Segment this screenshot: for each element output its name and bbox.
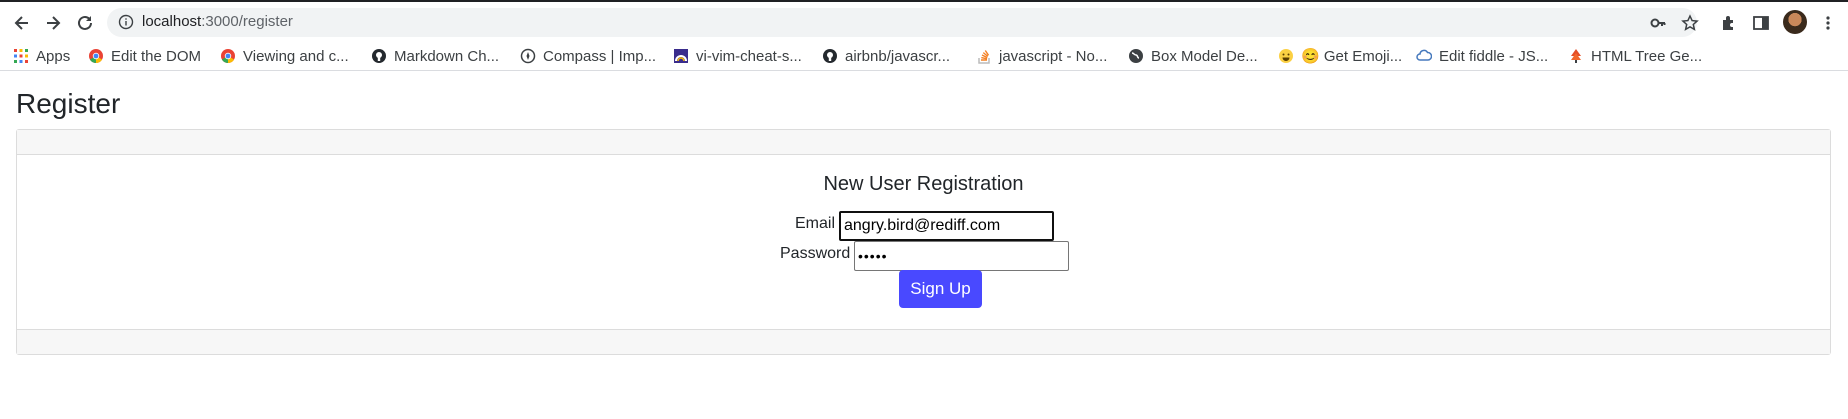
forward-arrow-icon[interactable] (40, 10, 66, 36)
emoji-icon (1278, 48, 1294, 64)
github-icon (371, 48, 387, 64)
form-heading: New User Registration (823, 173, 1024, 195)
bookmark-label: Compass | Imp... (543, 47, 657, 65)
card-body: New User Registration Email angry.bird@r… (17, 155, 1830, 329)
bookmark-label: Markdown Ch... (394, 47, 500, 65)
reload-icon[interactable] (72, 10, 98, 36)
compass-icon (520, 48, 536, 64)
key-icon[interactable] (1645, 10, 1671, 36)
site-info-icon[interactable] (118, 14, 134, 30)
menu-kebab-icon[interactable] (1815, 10, 1841, 36)
apps-grid-icon (13, 48, 29, 64)
address-bar[interactable] (107, 8, 1697, 37)
bookmark-viewing[interactable]: Viewing and c... (220, 46, 349, 66)
bookmark-label: Box Model De... (1151, 47, 1258, 65)
sign-up-button[interactable]: Sign Up (899, 270, 982, 308)
extensions-puzzle-icon[interactable] (1716, 10, 1742, 36)
bookmark-label: airbnb/javascr... (845, 47, 951, 65)
bookmark-box-model[interactable]: Box Model De... (1128, 46, 1258, 66)
registration-card: New User Registration Email angry.bird@r… (16, 129, 1831, 355)
browser-toolbar: localhost:3000/register (0, 0, 1848, 41)
page-title: Register (16, 88, 121, 119)
back-arrow-icon[interactable] (9, 10, 35, 36)
email-label: Email (795, 215, 836, 232)
bookmark-get-emoji[interactable]: 😊 Get Emoji... (1278, 46, 1402, 66)
bookmark-airbnb[interactable]: airbnb/javascr... (822, 46, 950, 66)
password-field[interactable]: ••••• (854, 241, 1069, 271)
bookmark-edit-the-dom[interactable]: Edit the DOM (88, 46, 201, 66)
profile-avatar[interactable] (1783, 10, 1807, 34)
bookmark-label: 😊 Get Emoji... (1301, 48, 1403, 65)
bookmark-html-tree[interactable]: HTML Tree Ge... (1568, 46, 1702, 66)
email-field[interactable]: angry.bird@rediff.com (839, 211, 1054, 241)
bookmark-stackoverflow[interactable]: javascript - No... (976, 46, 1107, 66)
bookmark-label: Edit the DOM (111, 47, 202, 65)
stackoverflow-icon (976, 48, 992, 64)
bookmark-label: javascript - No... (999, 47, 1108, 65)
url-path: :3000/register (201, 13, 293, 30)
bookmark-star-icon[interactable] (1677, 10, 1703, 36)
jsfiddle-icon (1416, 48, 1432, 64)
github-icon (822, 48, 838, 64)
side-panel-icon[interactable] (1748, 10, 1774, 36)
page-content: Register New User Registration Email ang… (0, 72, 1848, 419)
bookmark-apps[interactable]: Apps (13, 46, 70, 66)
vim-icon (673, 48, 689, 64)
card-footer (17, 329, 1830, 354)
bookmark-compass[interactable]: Compass | Imp... (520, 46, 656, 66)
bookmark-jsfiddle[interactable]: Edit fiddle - JS... (1416, 46, 1548, 66)
bookmark-label: Viewing and c... (243, 47, 349, 65)
password-label: Password (780, 245, 851, 262)
bookmarks-bar: Apps Edit the DOM Viewing and c... Markd… (0, 41, 1848, 71)
globe-icon (1128, 48, 1144, 64)
card-header (17, 130, 1830, 155)
bookmark-label: Edit fiddle - JS... (1439, 47, 1549, 65)
chrome-icon (220, 48, 236, 64)
bookmark-label: vi-vim-cheat-s... (696, 47, 802, 65)
address-url[interactable]: localhost:3000/register (142, 13, 293, 30)
url-host: localhost (142, 13, 202, 30)
bookmark-label: Apps (36, 47, 71, 65)
bookmark-markdown[interactable]: Markdown Ch... (371, 46, 499, 66)
bookmark-label: HTML Tree Ge... (1591, 47, 1703, 65)
bookmark-vi-vim[interactable]: vi-vim-cheat-s... (673, 46, 802, 66)
tree-icon (1568, 48, 1584, 64)
chrome-icon (88, 48, 104, 64)
